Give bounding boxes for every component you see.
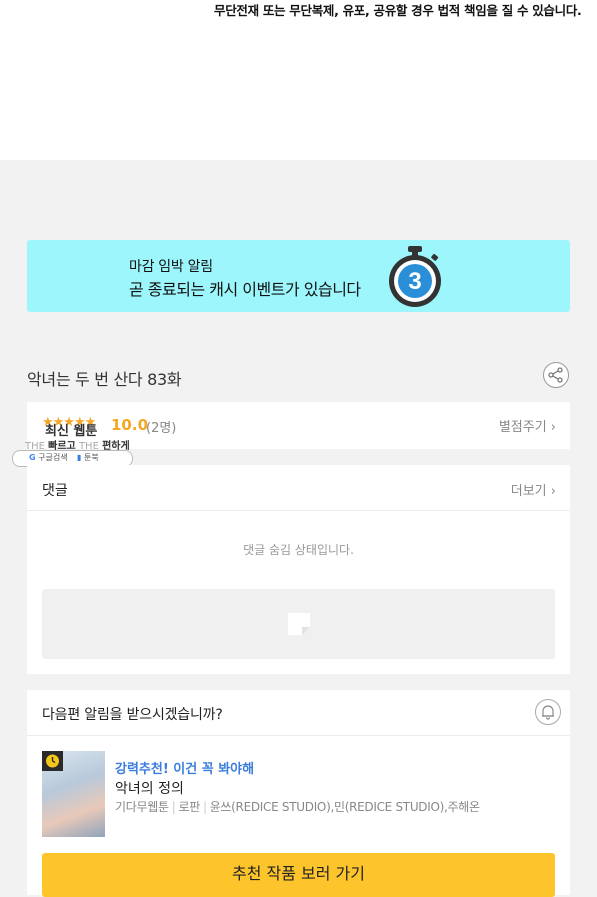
comments-section: 댓글 더보기 › 댓글 숨김 상태입니다. bbox=[27, 465, 570, 674]
image-placeholder-icon bbox=[288, 613, 310, 635]
stopwatch-icon: 3 bbox=[389, 246, 441, 307]
share-button[interactable] bbox=[543, 362, 569, 388]
wait-free-clock-icon bbox=[42, 751, 63, 771]
divider bbox=[27, 510, 570, 511]
content-end-area bbox=[0, 0, 597, 160]
banner-subtitle: 마감 임박 알림 bbox=[129, 259, 213, 275]
ad-placeholder-box bbox=[42, 589, 555, 659]
comments-header: 댓글 bbox=[42, 483, 68, 499]
booktoon-label: ▮ 툰북 bbox=[77, 453, 99, 462]
copyright-notice: 무단전재 또는 무단복제, 유포, 공유할 경우 법적 책임을 질 수 있습니다… bbox=[214, 3, 582, 18]
bell-icon bbox=[542, 705, 554, 720]
notification-bell-button[interactable] bbox=[535, 699, 561, 725]
rating-count: (2명) bbox=[146, 421, 177, 436]
notification-question: 다음편 알림을 받으시겠습니까? bbox=[42, 707, 223, 723]
rate-button-label: 별점주기 bbox=[498, 420, 547, 435]
rate-button[interactable]: 별점주기 › bbox=[499, 416, 556, 435]
comments-more-link[interactable]: 더보기 › bbox=[511, 480, 556, 499]
view-recommendation-button[interactable]: 추천 작품 보러 가기 bbox=[42, 853, 555, 897]
comments-hidden-message: 댓글 숨김 상태입니다. bbox=[243, 543, 354, 557]
chevron-right-icon: › bbox=[550, 484, 556, 499]
share-icon bbox=[548, 367, 563, 383]
floating-ad[interactable]: 최신 웹툰 THE 빠르고 THE 편하게 G 구글검색 ▮ 툰북 bbox=[12, 420, 137, 468]
episode-title: 악녀는 두 번 산다 83화 bbox=[27, 370, 182, 389]
timer-number: 3 bbox=[408, 268, 421, 295]
recommended-meta: 기다무웹툰 | 로판 | 윤쓰(REDICE STUDIO),민(REDICE STUD… bbox=[115, 800, 480, 814]
chevron-right-icon: › bbox=[550, 420, 556, 435]
recommendation-label: 강력추천! 이건 꼭 봐야해 bbox=[115, 762, 255, 777]
google-search-label: G 구글검색 bbox=[29, 453, 68, 462]
divider bbox=[27, 735, 570, 736]
next-episode-section: 다음편 알림을 받으시겠습니까? 강력추천! 이건 꼭 봐야해 악녀의 정의 기… bbox=[27, 690, 570, 897]
recommended-thumbnail[interactable] bbox=[42, 751, 105, 837]
recommended-title[interactable]: 악녀의 정의 bbox=[115, 778, 184, 798]
cash-event-banner[interactable]: 마감 임박 알림 곧 종료되는 캐시 이벤트가 있습니다 3 bbox=[27, 240, 570, 312]
banner-title: 곧 종료되는 캐시 이벤트가 있습니다 bbox=[129, 280, 361, 299]
